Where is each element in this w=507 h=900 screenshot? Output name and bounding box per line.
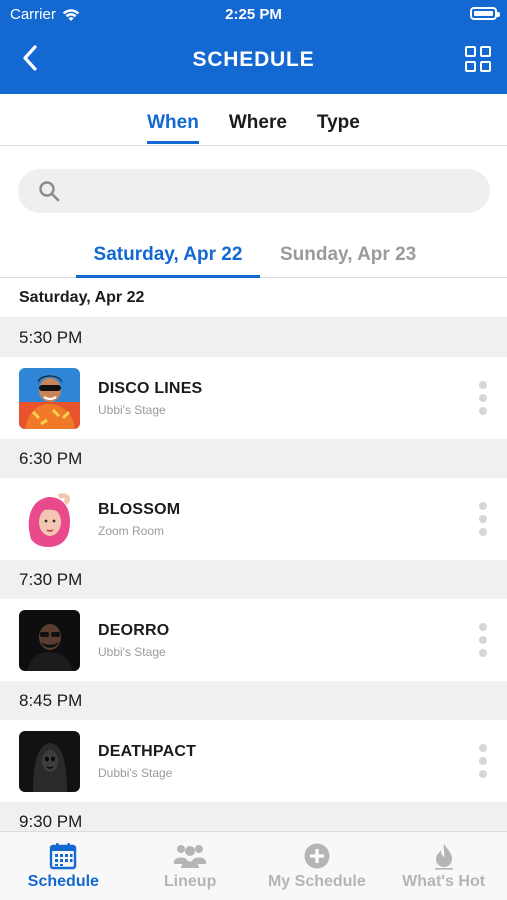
tabbar-label: What's Hot <box>402 873 486 890</box>
filter-tabs: When Where Type <box>0 94 507 146</box>
tab-where[interactable]: Where <box>229 112 287 144</box>
navbar: SCHEDULE <box>0 28 507 94</box>
more-vertical-icon <box>479 623 487 631</box>
tab-sunday[interactable]: Sunday, Apr 23 <box>280 244 416 278</box>
tabbar-label: Lineup <box>163 873 217 890</box>
more-options-button[interactable] <box>477 744 489 778</box>
search-bar[interactable] <box>18 169 490 213</box>
plus-circle-icon <box>304 843 330 869</box>
flame-icon <box>434 844 453 870</box>
tab-bar: Schedule Lineup My Schedule What's Hot <box>0 831 507 900</box>
stage-name: Ubbi's Stage <box>98 402 166 417</box>
search-icon <box>39 181 60 202</box>
more-vertical-icon <box>479 744 487 752</box>
artist-photo <box>19 488 80 550</box>
tab-when[interactable]: When <box>147 112 199 144</box>
grid-icon <box>465 46 476 57</box>
time-header: 6:30 PM <box>0 439 507 478</box>
tabbar-my-schedule[interactable]: My Schedule <box>254 832 381 900</box>
artist-name: DEATHPACT <box>98 742 197 760</box>
tab-type[interactable]: Type <box>317 112 360 144</box>
status-bar: Carrier 2:25 PM <box>0 0 507 28</box>
list-item[interactable]: DISCO LINES Ubbi's Stage <box>0 357 507 439</box>
list-item[interactable]: BLOSSOM Zoom Room <box>0 478 507 560</box>
more-vertical-icon <box>479 502 487 510</box>
artist-name: DISCO LINES <box>98 379 203 397</box>
search-input[interactable] <box>70 182 470 200</box>
tabbar-whats-hot[interactable]: What's Hot <box>380 832 507 900</box>
stage-name: Zoom Room <box>98 523 165 538</box>
stage-name: Ubbi's Stage <box>98 644 166 659</box>
day-tabs: Saturday, Apr 22 Sunday, Apr 23 <box>0 232 507 278</box>
clock: 2:25 PM <box>225 6 282 23</box>
artist-name: BLOSSOM <box>98 500 181 518</box>
tabbar-schedule[interactable]: Schedule <box>0 832 127 900</box>
battery-icon <box>470 7 500 20</box>
date-header: Saturday, Apr 22 <box>0 278 507 318</box>
list-item[interactable]: DEATHPACT Dubbi's Stage <box>0 720 507 802</box>
people-icon <box>174 845 207 868</box>
time-header: 7:30 PM <box>0 560 507 599</box>
tabbar-label: My Schedule <box>267 873 366 890</box>
tab-saturday[interactable]: Saturday, Apr 22 <box>76 244 260 278</box>
page-title: SCHEDULE <box>192 48 315 71</box>
tabbar-lineup[interactable]: Lineup <box>127 832 254 900</box>
artist-photo <box>19 730 80 792</box>
more-options-button[interactable] <box>477 623 489 657</box>
artist-name: DEORRO <box>98 621 170 639</box>
time-header: 8:45 PM <box>0 681 507 720</box>
calendar-icon <box>50 843 77 870</box>
list-item[interactable]: DEORRO Ubbi's Stage <box>0 599 507 681</box>
tabbar-label: Schedule <box>27 873 99 890</box>
more-options-button[interactable] <box>477 381 489 415</box>
header: Carrier 2:25 PM SCHEDULE <box>0 0 507 94</box>
grid-view-button[interactable] <box>465 46 491 72</box>
schedule-list[interactable]: Saturday, Apr 22 5:30 PM DISCO LINES Ubb… <box>0 278 507 831</box>
artist-photo <box>19 609 80 671</box>
stage-name: Dubbi's Stage <box>98 765 173 780</box>
more-vertical-icon <box>479 381 487 389</box>
time-header: 9:30 PM <box>0 802 507 831</box>
time-header: 5:30 PM <box>0 318 507 357</box>
artist-photo <box>19 367 80 429</box>
more-options-button[interactable] <box>477 502 489 536</box>
